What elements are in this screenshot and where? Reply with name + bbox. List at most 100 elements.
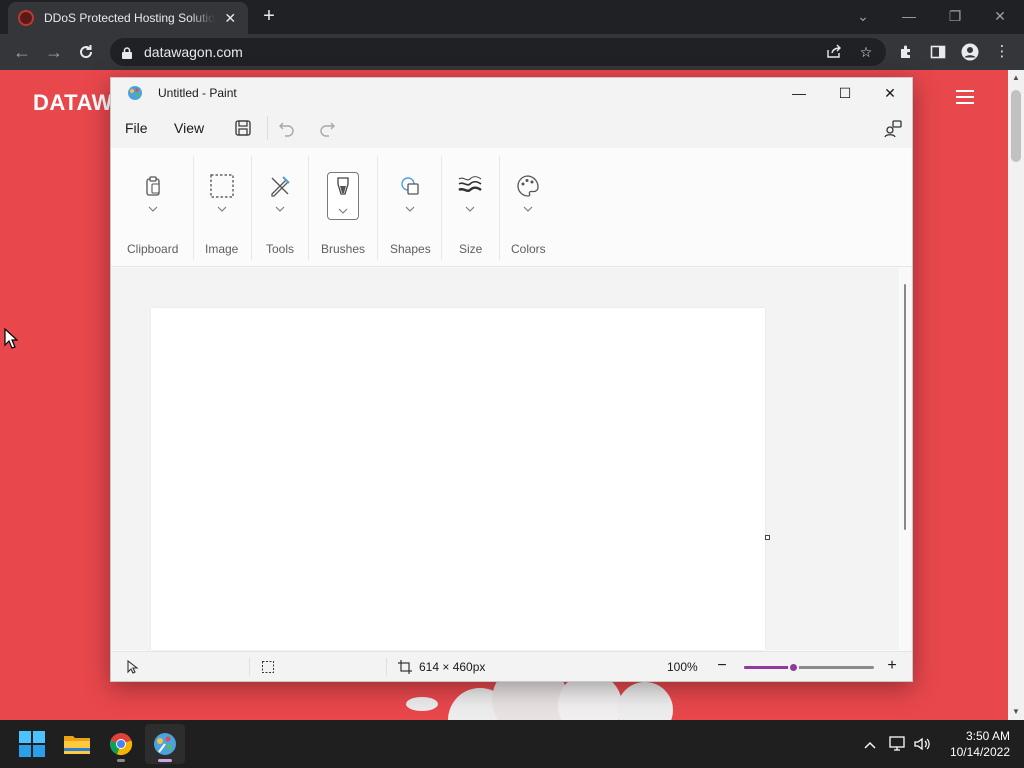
file-explorer-icon[interactable] [57, 724, 97, 764]
paint-app-icon [128, 86, 142, 100]
windows-taskbar: 3:50 AM 10/14/2022 [0, 720, 1024, 768]
volume-icon[interactable] [912, 734, 932, 754]
zoom-out-button[interactable]: − [712, 656, 732, 676]
ribbon-group-tools[interactable]: Tools [252, 148, 308, 266]
zoom-slider-fill [744, 666, 793, 669]
paint-title-bar[interactable]: Untitled - Paint — ☐ ✕ [111, 78, 912, 108]
back-arrow-icon[interactable]: ← [10, 40, 34, 64]
page-scrollbar-thumb[interactable] [1011, 90, 1021, 162]
chevron-down-icon[interactable] [338, 208, 348, 214]
ribbon-group-shapes[interactable]: Shapes [378, 148, 441, 266]
ribbon-label-brushes: Brushes [321, 242, 366, 256]
canvas-size-text: 614 × 460px [419, 660, 486, 674]
chevron-down-icon[interactable] [465, 206, 475, 212]
clock-date: 10/14/2022 [949, 745, 1010, 759]
paint-ribbon: Clipboard Image Tools Brushes Shapes Siz… [111, 148, 912, 267]
stroke-size-icon[interactable] [458, 174, 482, 198]
chevron-down-icon[interactable] [405, 206, 415, 212]
scroll-down-arrow-icon[interactable]: ▼ [1008, 704, 1024, 720]
tab-close-button[interactable]: ✕ [223, 10, 239, 27]
new-tab-button[interactable]: + [258, 6, 280, 28]
chevron-down-icon[interactable] [275, 206, 285, 212]
paint-window: Untitled - Paint — ☐ ✕ File View Clipboa… [110, 77, 913, 682]
profile-avatar-icon[interactable] [958, 40, 982, 64]
browser-menu-icon[interactable]: ⋮ [990, 40, 1014, 64]
workspace-scrollbar[interactable] [899, 268, 911, 650]
url-text: datawagon.com [144, 44, 243, 60]
menu-separator [267, 116, 268, 140]
chrome-icon[interactable] [101, 724, 141, 764]
shapes-icon[interactable] [398, 174, 422, 198]
active-app-indicator [158, 759, 172, 762]
browser-restore-button[interactable]: ❐ [945, 6, 965, 26]
running-indicator [117, 759, 125, 762]
status-separator [386, 658, 387, 676]
redo-icon[interactable] [317, 118, 337, 138]
site-menu-icon[interactable] [956, 90, 974, 104]
address-bar[interactable]: datawagon.com ☆ [110, 38, 886, 66]
chevron-up-icon[interactable] [860, 734, 880, 754]
ribbon-label-image: Image [205, 242, 239, 256]
canvas-size-icon [398, 660, 412, 674]
ribbon-group-image[interactable]: Image [194, 148, 251, 266]
browser-close-button[interactable]: ✕ [990, 6, 1010, 26]
tab-search-button[interactable]: ⌄ [853, 6, 873, 26]
status-separator [249, 658, 250, 676]
lock-icon[interactable] [122, 46, 132, 59]
zoom-slider-thumb[interactable] [788, 662, 799, 673]
network-icon[interactable] [888, 734, 908, 754]
system-clock[interactable]: 3:50 AM 10/14/2022 [938, 728, 1010, 760]
canvas-resize-handle[interactable] [765, 535, 770, 540]
paint-window-title: Untitled - Paint [158, 86, 237, 100]
browser-tab-strip: DDoS Protected Hosting Solutions ✕ + ⌄ —… [0, 0, 1024, 34]
save-icon[interactable] [233, 118, 253, 138]
menu-view[interactable]: View [174, 120, 204, 136]
share-icon[interactable] [824, 44, 844, 60]
undo-icon[interactable] [277, 118, 297, 138]
paint-minimize-button[interactable]: — [776, 80, 822, 106]
zoom-slider[interactable] [744, 662, 874, 673]
browser-minimize-button[interactable]: — [899, 6, 919, 26]
clipboard-icon[interactable] [141, 174, 165, 198]
bookmark-star-icon[interactable]: ☆ [856, 44, 876, 60]
select-rectangle-icon[interactable] [210, 174, 234, 198]
ribbon-label-shapes: Shapes [390, 242, 431, 256]
menu-file[interactable]: File [125, 120, 148, 136]
account-icon[interactable] [883, 118, 903, 138]
browser-tab[interactable]: DDoS Protected Hosting Solutions ✕ [8, 2, 248, 34]
brush-icon[interactable] [331, 176, 355, 200]
start-icon[interactable] [12, 724, 52, 764]
tab-title: DDoS Protected Hosting Solutions [44, 11, 215, 25]
reload-icon[interactable] [74, 40, 98, 64]
mouse-cursor-icon [4, 328, 18, 349]
paint-close-button[interactable]: ✕ [867, 80, 912, 106]
side-panel-icon[interactable] [926, 40, 950, 64]
paint-menu-bar: File View [111, 108, 912, 148]
pencil-tools-icon[interactable] [268, 174, 292, 198]
forward-arrow-icon[interactable]: → [42, 40, 66, 64]
ribbon-group-clipboard[interactable]: Clipboard [111, 148, 193, 266]
pointer-position-icon [127, 660, 139, 674]
chevron-down-icon[interactable] [523, 206, 533, 212]
paint-taskbar-icon[interactable] [145, 724, 185, 764]
zoom-level-text[interactable]: 100% [667, 660, 698, 674]
clock-time: 3:50 AM [965, 729, 1010, 743]
site-logo[interactable]: DATAW [33, 90, 113, 116]
ribbon-group-colors[interactable]: Colors [500, 148, 560, 266]
ribbon-label-clipboard: Clipboard [127, 242, 179, 256]
ribbon-label-size: Size [459, 242, 483, 256]
browser-toolbar: ← → datawagon.com ☆ ⋮ [0, 34, 1024, 70]
page-scrollbar[interactable]: ▲ ▼ [1008, 70, 1024, 720]
ribbon-group-brushes[interactable]: Brushes [309, 148, 377, 266]
scroll-up-arrow-icon[interactable]: ▲ [1008, 70, 1024, 86]
drawing-canvas[interactable] [151, 308, 765, 650]
workspace-scrollbar-thumb[interactable] [904, 284, 906, 530]
extensions-icon[interactable] [894, 40, 918, 64]
ribbon-label-colors: Colors [511, 242, 546, 256]
chevron-down-icon[interactable] [148, 206, 158, 212]
ribbon-group-size[interactable]: Size [442, 148, 499, 266]
color-palette-icon[interactable] [516, 174, 540, 198]
zoom-in-button[interactable]: + [882, 656, 902, 676]
chevron-down-icon[interactable] [217, 206, 227, 212]
paint-maximize-button[interactable]: ☐ [822, 80, 868, 106]
